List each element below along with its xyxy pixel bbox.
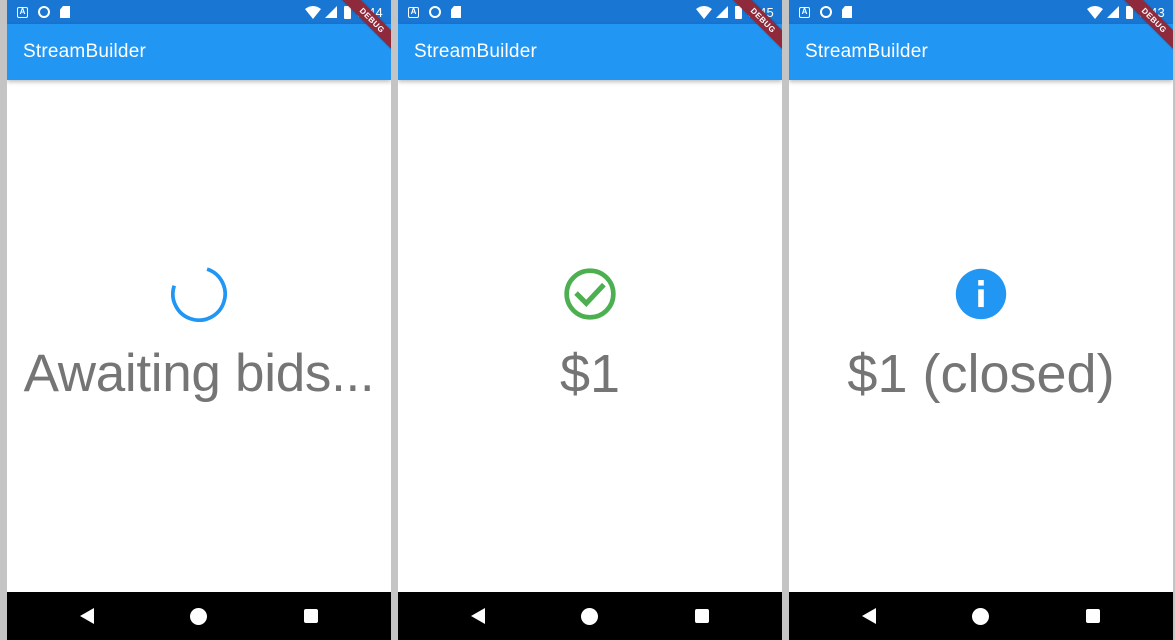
circle-notification-icon xyxy=(38,6,50,18)
signal-icon xyxy=(715,6,728,18)
back-icon[interactable] xyxy=(80,608,94,624)
a-notification-icon: A xyxy=(408,6,419,18)
wifi-icon xyxy=(1086,5,1103,19)
state-text: Awaiting bids... xyxy=(23,344,375,403)
sd-card-icon xyxy=(451,6,461,18)
app-bar: StreamBuilder xyxy=(7,24,391,80)
app-bar: StreamBuilder xyxy=(789,24,1173,80)
home-icon[interactable] xyxy=(972,608,989,625)
app-title: StreamBuilder xyxy=(414,41,537,62)
status-bar: A 5:43 xyxy=(789,0,1173,24)
status-bar: A 5:45 xyxy=(398,0,782,24)
home-icon[interactable] xyxy=(581,608,598,625)
circle-notification-icon xyxy=(820,6,832,18)
signal-icon xyxy=(1106,6,1119,18)
sd-card-icon xyxy=(842,6,852,18)
back-icon[interactable] xyxy=(862,608,876,624)
status-bar: A 5:44 xyxy=(7,0,391,24)
phone-screen-closed: A 5:43 StreamBuilder DEBUG $1 (closed) xyxy=(789,0,1173,640)
sd-card-icon xyxy=(60,6,70,18)
state-text: $1 (closed) xyxy=(847,344,1115,404)
app-bar: StreamBuilder xyxy=(398,24,782,80)
nav-bar xyxy=(789,592,1173,640)
body-content: $1 xyxy=(398,80,782,592)
app-title: StreamBuilder xyxy=(23,41,146,62)
status-notifications: A xyxy=(408,5,461,19)
wifi-icon xyxy=(304,5,321,19)
state-text: $1 xyxy=(559,344,621,404)
a-notification-icon: A xyxy=(799,6,810,18)
phone-screen-bid: A 5:45 StreamBuilder DEBUG $1 xyxy=(398,0,782,640)
status-notifications: A xyxy=(799,5,852,19)
body-content: Awaiting bids... xyxy=(7,80,391,592)
nav-bar xyxy=(7,592,391,640)
wifi-icon xyxy=(695,5,712,19)
recents-icon[interactable] xyxy=(304,609,318,623)
a-notification-icon: A xyxy=(17,6,28,18)
app-title: StreamBuilder xyxy=(805,41,928,62)
nav-bar xyxy=(398,592,782,640)
back-icon[interactable] xyxy=(471,608,485,624)
status-notifications: A xyxy=(17,5,70,19)
recents-icon[interactable] xyxy=(1086,609,1100,623)
phone-screen-awaiting: A 5:44 StreamBuilder DEBUG Awaiting bids… xyxy=(7,0,391,640)
body-content: $1 (closed) xyxy=(789,80,1173,592)
recents-icon[interactable] xyxy=(695,609,709,623)
progress-spinner-icon xyxy=(171,266,227,322)
signal-icon xyxy=(324,6,337,18)
home-icon[interactable] xyxy=(190,608,207,625)
check-circle-icon xyxy=(564,268,616,320)
circle-notification-icon xyxy=(429,6,441,18)
info-icon xyxy=(955,268,1007,320)
